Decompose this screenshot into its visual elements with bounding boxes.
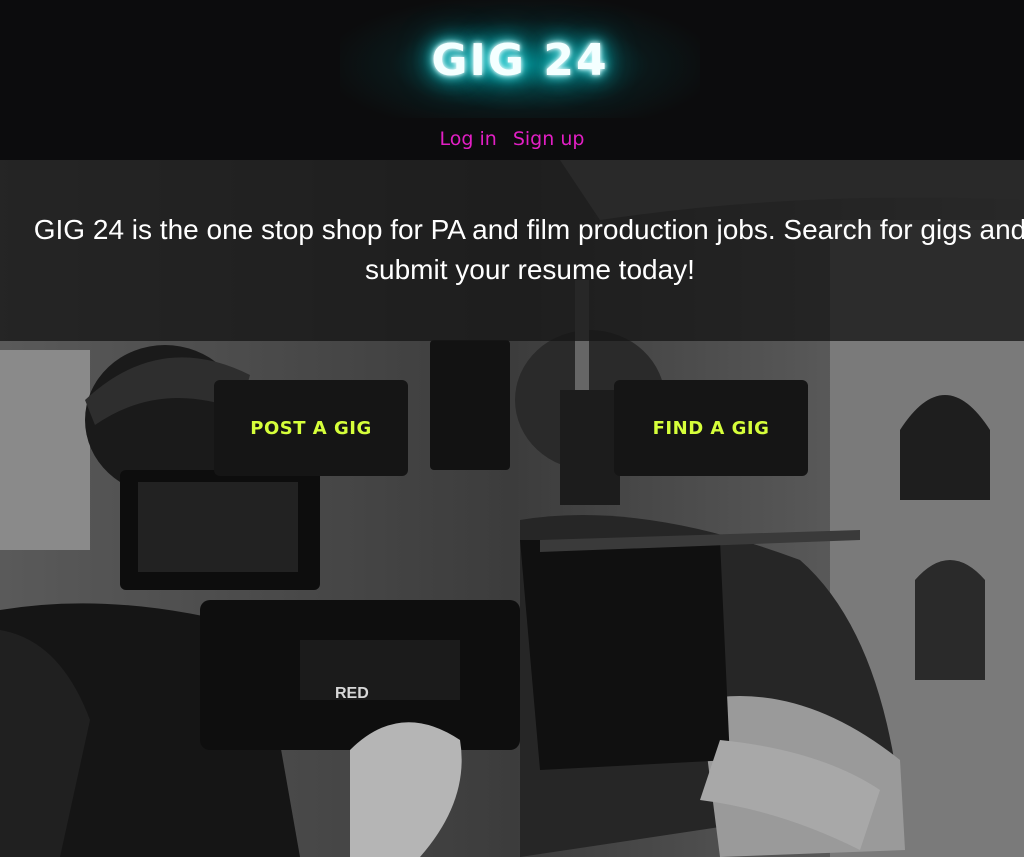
login-link[interactable]: Log in [440,124,497,154]
find-gig-button[interactable]: FIND A GIG [614,380,808,476]
post-gig-button[interactable]: POST A GIG [214,380,408,476]
site-logo[interactable]: GIG 24 [340,28,700,92]
auth-nav: Log in Sign up [0,124,1024,154]
camera-brand-text: RED [335,685,369,702]
site-header: GIG 24 Log in Sign up [0,0,1024,160]
tagline-band: GIG 24 is the one stop shop for PA and f… [0,160,1024,341]
tagline-text: GIG 24 is the one stop shop for PA and f… [33,214,1024,285]
hero-section: RED GIG 24 is the one stop shop for PA a… [0,160,1024,857]
signup-link[interactable]: Sign up [513,124,585,154]
